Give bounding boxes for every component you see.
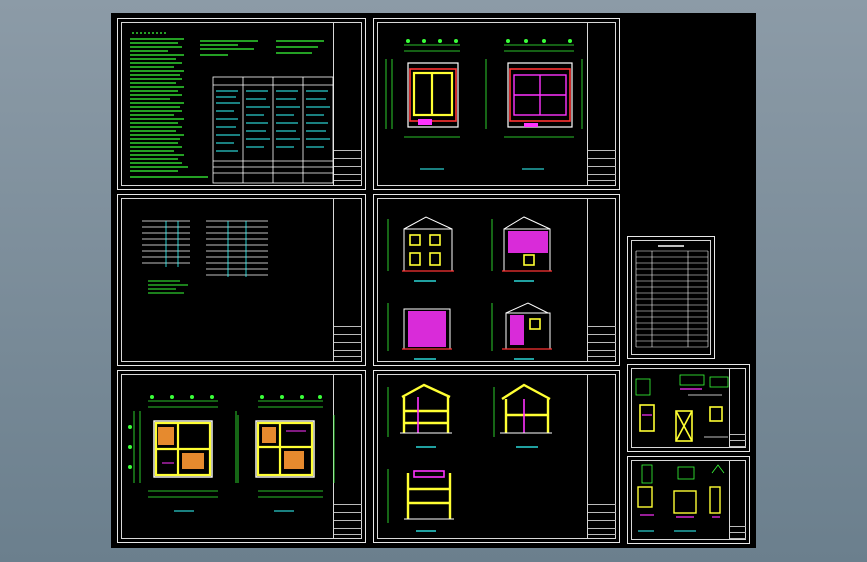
sheet-floor-plans-2[interactable] [373,18,620,190]
notes-text-lines [130,32,334,184]
sheet-drawing-index[interactable] [627,236,715,359]
sheet-floor-plans-1[interactable] [117,370,366,543]
detail-drawings-2 [637,464,725,532]
section-drawings [387,383,552,532]
sheet-sections[interactable] [373,370,620,543]
drawing-canvas[interactable] [111,13,756,548]
index-table [635,245,709,348]
sheet-elevations[interactable] [373,194,620,366]
elevation-drawings [387,216,552,360]
sheet-design-notes[interactable] [117,18,366,190]
sheet-details-1[interactable] [627,364,750,452]
upper-floor-plans [385,39,583,170]
detail-drawings-1 [635,374,729,442]
sheet-details-2[interactable] [627,456,750,544]
cad-viewport[interactable] [0,0,867,562]
sheet-door-window-schedule[interactable] [117,194,366,366]
schedule-tables [142,220,268,294]
floor-plan-drawings [128,395,335,512]
